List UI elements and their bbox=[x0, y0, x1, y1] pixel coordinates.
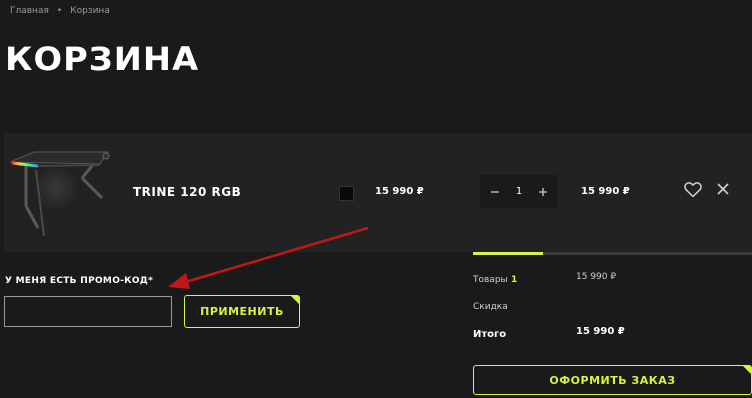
checkout-label: ОФОРМИТЬ ЗАКАЗ bbox=[549, 373, 676, 387]
breadcrumb: Главная • Корзина bbox=[10, 6, 110, 16]
goods-label: Товары bbox=[473, 275, 508, 285]
summary-progress-bar bbox=[473, 252, 752, 255]
heart-icon[interactable] bbox=[684, 181, 702, 198]
corner-accent bbox=[743, 366, 751, 374]
promo-code-label: У МЕНЯ ЕСТЬ ПРОМО-КОД* bbox=[5, 276, 154, 286]
unit-price: 15 990 ₽ bbox=[375, 186, 424, 197]
breadcrumb-current: Корзина bbox=[70, 6, 110, 16]
line-total-price: 15 990 ₽ bbox=[581, 186, 630, 197]
color-swatch bbox=[339, 186, 354, 201]
minus-icon bbox=[491, 190, 499, 193]
summary-progress-fill bbox=[473, 252, 543, 255]
product-image[interactable] bbox=[4, 136, 122, 248]
breadcrumb-separator: • bbox=[56, 6, 63, 16]
goods-count: 1 bbox=[511, 275, 518, 285]
breadcrumb-home-link[interactable]: Главная bbox=[10, 6, 49, 16]
decrease-quantity-button[interactable] bbox=[488, 185, 502, 199]
close-icon[interactable] bbox=[716, 182, 730, 196]
total-value: 15 990 ₽ bbox=[576, 326, 625, 337]
quantity-value[interactable]: 1 bbox=[516, 186, 522, 197]
total-label: Итого bbox=[473, 329, 507, 340]
page-title: КОРЗИНА bbox=[5, 40, 200, 78]
goods-value: 15 990 ₽ bbox=[576, 272, 617, 282]
promo-code-input[interactable] bbox=[4, 296, 172, 327]
increase-quantity-button[interactable] bbox=[536, 185, 550, 199]
plus-icon bbox=[539, 187, 547, 196]
apply-promo-button[interactable]: ПРИМЕНИТЬ bbox=[184, 295, 300, 328]
apply-promo-label: ПРИМЕНИТЬ bbox=[200, 305, 284, 318]
checkout-button[interactable]: ОФОРМИТЬ ЗАКАЗ bbox=[473, 365, 752, 395]
quantity-stepper: 1 bbox=[480, 175, 558, 208]
corner-accent bbox=[291, 296, 299, 304]
discount-label: Скидка bbox=[473, 302, 508, 312]
annotation-arrow bbox=[168, 226, 369, 289]
product-name[interactable]: TRINE 120 RGB bbox=[133, 185, 241, 199]
